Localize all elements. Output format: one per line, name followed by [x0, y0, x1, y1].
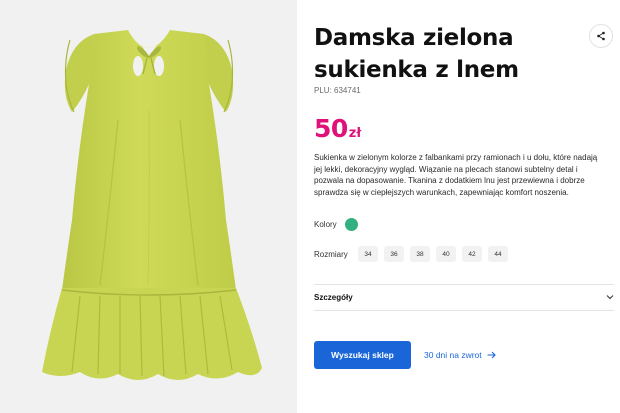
product-plu: PLU: 634741 [314, 86, 361, 95]
size-selector: Rozmiary 34 36 38 40 42 44 [314, 246, 514, 262]
color-swatch-green[interactable] [344, 218, 358, 231]
arrow-right-icon [487, 351, 496, 359]
returns-label: 30 dni na zwrot [424, 350, 482, 360]
details-label: Szczegóły [314, 292, 353, 302]
product-price: 50zł [314, 114, 361, 143]
price-currency: zł [348, 126, 362, 141]
size-option-42[interactable]: 42 [462, 246, 482, 262]
colors-label: Kolory [314, 220, 337, 229]
share-icon [597, 31, 605, 41]
share-button[interactable] [589, 24, 613, 48]
product-image [0, 0, 297, 413]
returns-link[interactable]: 30 dni na zwrot [424, 341, 496, 369]
size-option-34[interactable]: 34 [358, 246, 378, 262]
product-info-panel: Damska zielona sukienka z lnem PLU: 6347… [314, 0, 614, 413]
plu-value: 634741 [334, 86, 361, 95]
product-title: Damska zielona sukienka z lnem [314, 25, 519, 83]
divider [314, 310, 614, 311]
color-selector: Kolory [314, 218, 358, 231]
find-store-button[interactable]: Wyszukaj sklep [314, 341, 411, 369]
dress-image [42, 30, 262, 380]
price-amount: 50 [314, 114, 348, 143]
size-option-40[interactable]: 40 [436, 246, 456, 262]
size-option-36[interactable]: 36 [384, 246, 404, 262]
size-option-38[interactable]: 38 [410, 246, 430, 262]
sizes-label: Rozmiary [314, 249, 348, 259]
details-accordion[interactable]: Szczegóły [314, 285, 614, 309]
plu-label: PLU: [314, 86, 332, 95]
size-option-44[interactable]: 44 [488, 246, 508, 262]
product-description: Sukienka w zielonym kolorze z falbankami… [314, 153, 598, 197]
chevron-down-icon [606, 295, 614, 300]
